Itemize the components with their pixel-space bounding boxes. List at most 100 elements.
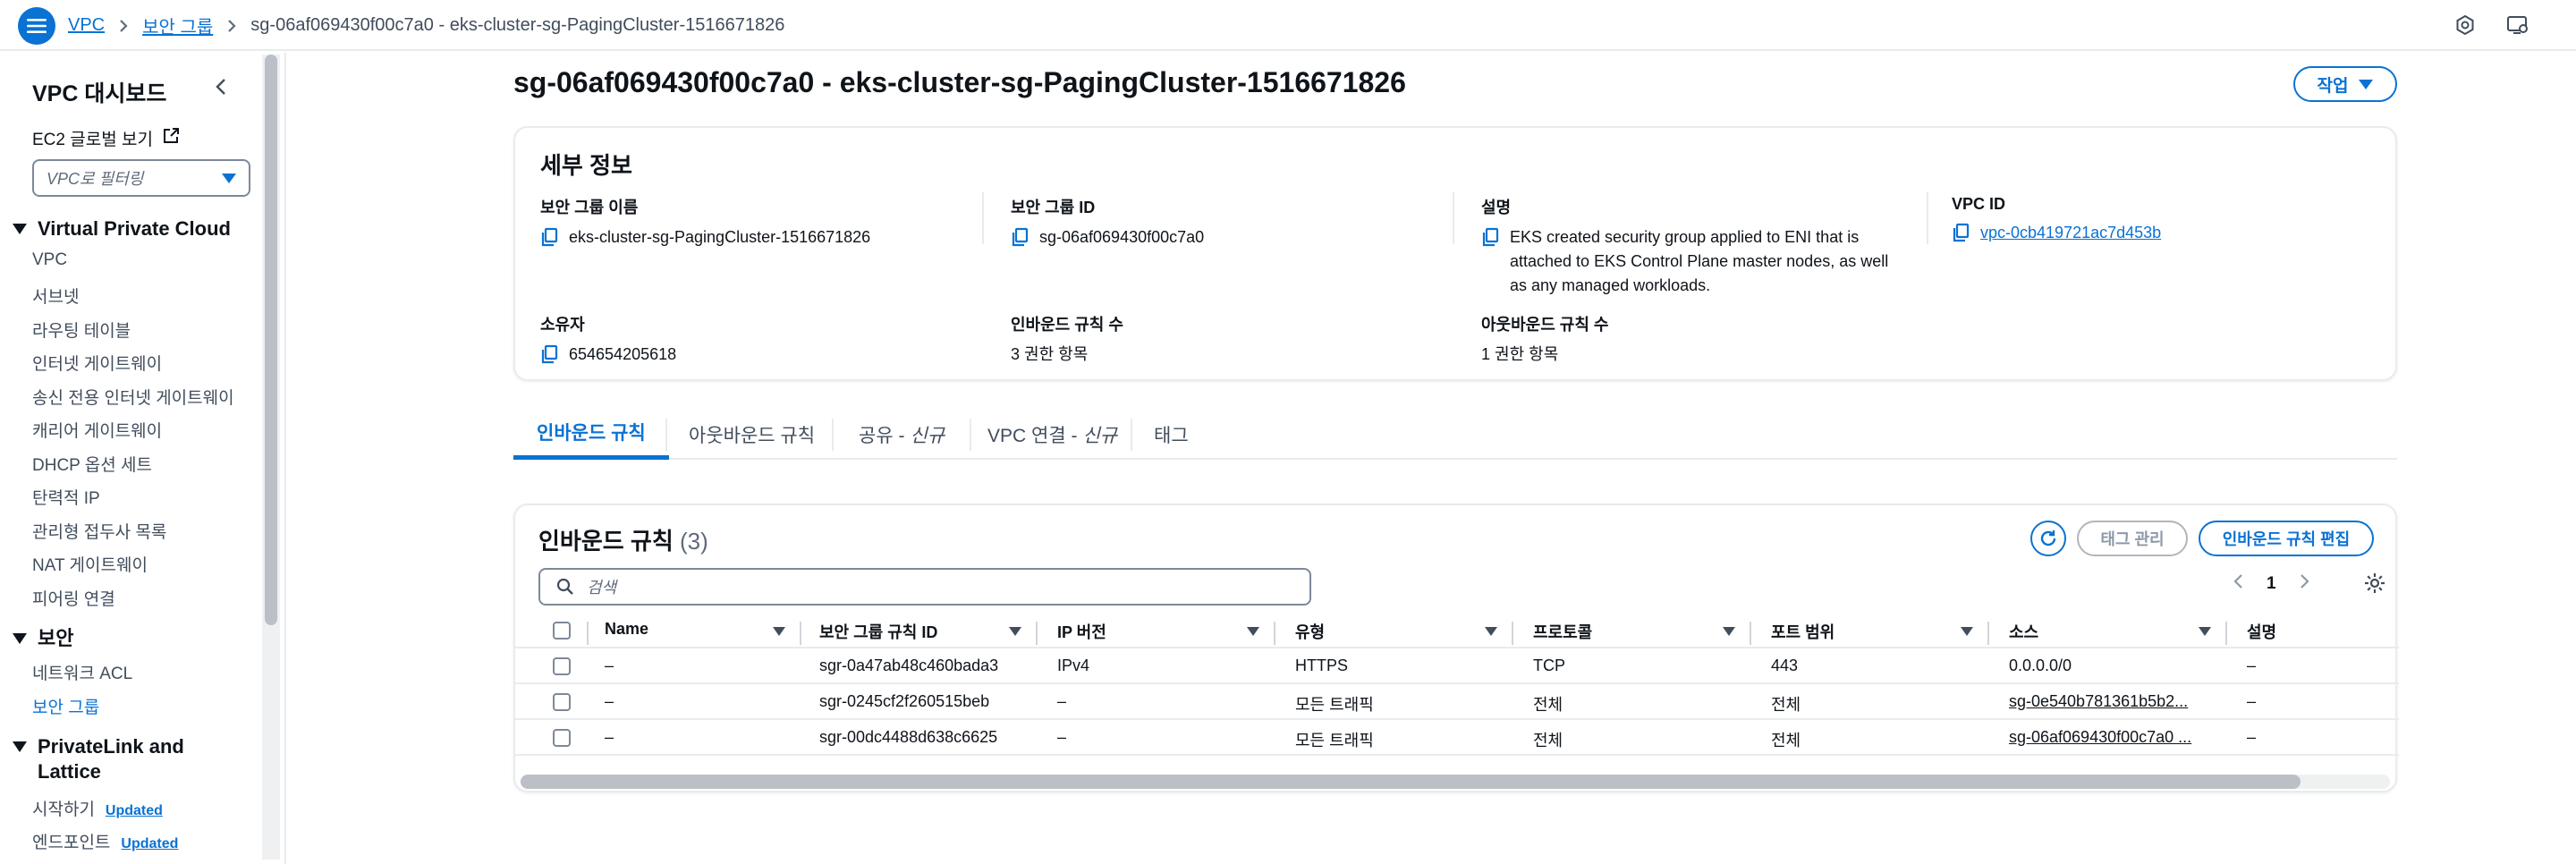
inbound-rules-title: 인바운드 규칙 [538,528,674,555]
details-heading: 세부 정보 [540,152,632,179]
sidebar-item-getting-started[interactable]: 시작하기 Updated [32,796,163,820]
divider [1453,192,1454,244]
source-sg-link[interactable]: sg-0e540b781361b5b2... [2009,692,2211,711]
sidebar-item-elastic-ip[interactable]: 탄력적 IP [32,485,100,509]
menu-icon[interactable] [18,7,55,45]
table-row[interactable]: – sgr-00dc4488d638c6625 – 모든 트래픽 전체 전체 s… [515,720,2399,756]
row-checkbox[interactable] [553,657,571,675]
sidebar-item-carrier-gateways[interactable]: 캐리어 게이트웨이 [32,418,162,442]
sidebar-item-vpc[interactable]: VPC [32,250,67,270]
breadcrumb: VPC 보안 그룹 sg-06af069430f00c7a0 - eks-clu… [68,0,784,51]
breadcrumb-link-vpc[interactable]: VPC [68,15,105,36]
copy-icon[interactable] [1481,227,1499,254]
breadcrumb-link-security-groups[interactable]: 보안 그룹 [142,13,213,38]
sidebar-title[interactable]: VPC 대시보드 [32,76,166,108]
copy-icon[interactable] [1952,223,1970,250]
sidebar-item-nat-gateways[interactable]: NAT 게이트웨이 [32,552,148,576]
sidebar-section-title: 보안 [38,627,74,649]
sidebar-item-route-tables[interactable]: 라우팅 테이블 [32,318,131,342]
divider [1927,192,1928,244]
cell-type: 모든 트래픽 [1295,732,1374,750]
vpc-id-link[interactable]: vpc-0cb419721ac7d453b [1980,221,2161,245]
chevron-left-icon[interactable] [2233,573,2243,595]
field-description: 설명 EKS created security group applied to… [1481,195,1902,298]
sidebar-section-privatelink[interactable]: PrivateLink and Lattice [13,734,209,784]
tab-divider [1131,419,1132,451]
column-header-description[interactable]: 설명 [2247,620,2276,643]
sidebar-item-network-acl[interactable]: 네트워크 ACL [32,660,132,684]
sidebar-item-security-groups[interactable]: 보안 그룹 [32,694,99,718]
sort-icon[interactable] [1485,627,1497,636]
column-header-rule-id[interactable]: 보안 그룹 규칙 ID [819,620,937,643]
sort-icon[interactable] [773,627,785,636]
pagination: 1 [2233,573,2310,595]
row-checkbox[interactable] [553,729,571,747]
column-header-ip-version[interactable]: IP 버전 [1057,620,1106,643]
tab-outbound-rules[interactable]: 아웃바운드 규칙 [689,409,815,460]
sidebar-item-peering[interactable]: 피어링 연결 [32,586,115,610]
column-header-name[interactable]: Name [605,620,648,639]
sidebar-item-dhcp-options[interactable]: DHCP 옵션 세트 [32,452,152,476]
updated-badge: Updated [105,803,163,818]
sidebar-item-endpoints[interactable]: 엔드포인트 Updated [32,829,178,853]
field-owner: 소유자 654654205618 [540,312,970,371]
sidebar-section-security[interactable]: 보안 [13,626,73,651]
column-header-protocol[interactable]: 프로토콜 [1533,620,1592,643]
sidebar-item-egress-only-gateways[interactable]: 송신 전용 인터넷 게이트웨이 [32,385,234,409]
sidebar-item-subnets[interactable]: 서브넷 [32,284,79,308]
select-all-checkbox[interactable] [553,622,571,640]
tab-sharing[interactable]: 공유 - 신규 [859,409,945,460]
details-panel: 세부 정보 보안 그룹 이름 eks-cluster-sg-PagingClus… [513,126,2397,381]
column-header-port-range[interactable]: 포트 범위 [1771,620,1835,643]
tab-tags[interactable]: 태그 [1154,409,1189,460]
field-value: 3 권한 항목 [1011,345,1089,363]
sort-icon[interactable] [1009,627,1021,636]
table-row[interactable]: – sgr-0a47ab48c460bada3 IPv4 HTTPS TCP 4… [515,648,2399,684]
sort-icon[interactable] [2199,627,2211,636]
field-outbound-count: 아웃바운드 규칙 수 1 권한 항목 [1481,312,1911,367]
vpc-filter-select[interactable]: VPC로 필터링 [32,159,250,197]
sort-icon[interactable] [1247,627,1259,636]
scrollbar-thumb[interactable] [521,775,2301,789]
table-horizontal-scrollbar[interactable] [521,775,2390,789]
column-divider [1750,622,1751,645]
field-label: 인바운드 규칙 수 [1011,316,1123,334]
sort-icon[interactable] [1961,627,1973,636]
column-header-type[interactable]: 유형 [1295,620,1325,643]
tab-inbound-rules[interactable]: 인바운드 규칙 [513,409,669,460]
chevron-left-icon[interactable] [215,77,227,101]
field-value: eks-cluster-sg-PagingCluster-1516671826 [569,228,871,246]
copy-icon[interactable] [540,227,558,254]
chevron-right-icon[interactable] [2300,573,2310,595]
manage-tags-button[interactable]: 태그 관리 [2077,521,2188,556]
sidebar-section-vpc[interactable]: Virtual Private Cloud [13,216,231,241]
refresh-button[interactable] [2030,521,2066,556]
caret-down-icon [13,224,27,234]
column-header-source[interactable]: 소스 [2009,620,2038,643]
ec2-global-view-label: EC2 글로벌 보기 [32,131,153,149]
copy-icon[interactable] [1011,227,1029,254]
actions-button[interactable]: 작업 [2293,66,2397,102]
caret-down-icon [222,173,236,183]
sidebar-item-internet-gateways[interactable]: 인터넷 게이트웨이 [32,351,162,375]
tab-divider [832,419,834,451]
ec2-global-view-link[interactable]: EC2 글로벌 보기 [32,126,180,150]
copy-icon[interactable] [540,344,558,371]
cell-ip-version: – [1057,692,1067,710]
tab-vpc-associations[interactable]: VPC 연결 - 신규 [987,409,1117,460]
scrollbar-thumb[interactable] [265,55,277,625]
edit-inbound-rules-button[interactable]: 인바운드 규칙 편집 [2199,521,2374,556]
notification-icon[interactable] [2454,14,2476,40]
cell-ip-version: – [1057,728,1067,746]
row-checkbox[interactable] [553,693,571,711]
gear-icon[interactable] [2363,572,2386,599]
settings-icon[interactable] [2506,14,2529,40]
sidebar-item-prefix-lists[interactable]: 관리형 접두사 목록 [32,519,166,543]
sidebar-scrollbar[interactable] [262,55,280,860]
source-sg-link[interactable]: sg-06af069430f00c7a0 ... [2009,728,2211,747]
search-input[interactable]: 검색 [538,568,1311,606]
sort-icon[interactable] [1723,627,1735,636]
page-number[interactable]: 1 [2267,574,2276,594]
table-row[interactable]: – sgr-0245cf2f260515beb – 모든 트래픽 전체 전체 s… [515,684,2399,720]
field-label: 아웃바운드 규칙 수 [1481,316,1609,334]
